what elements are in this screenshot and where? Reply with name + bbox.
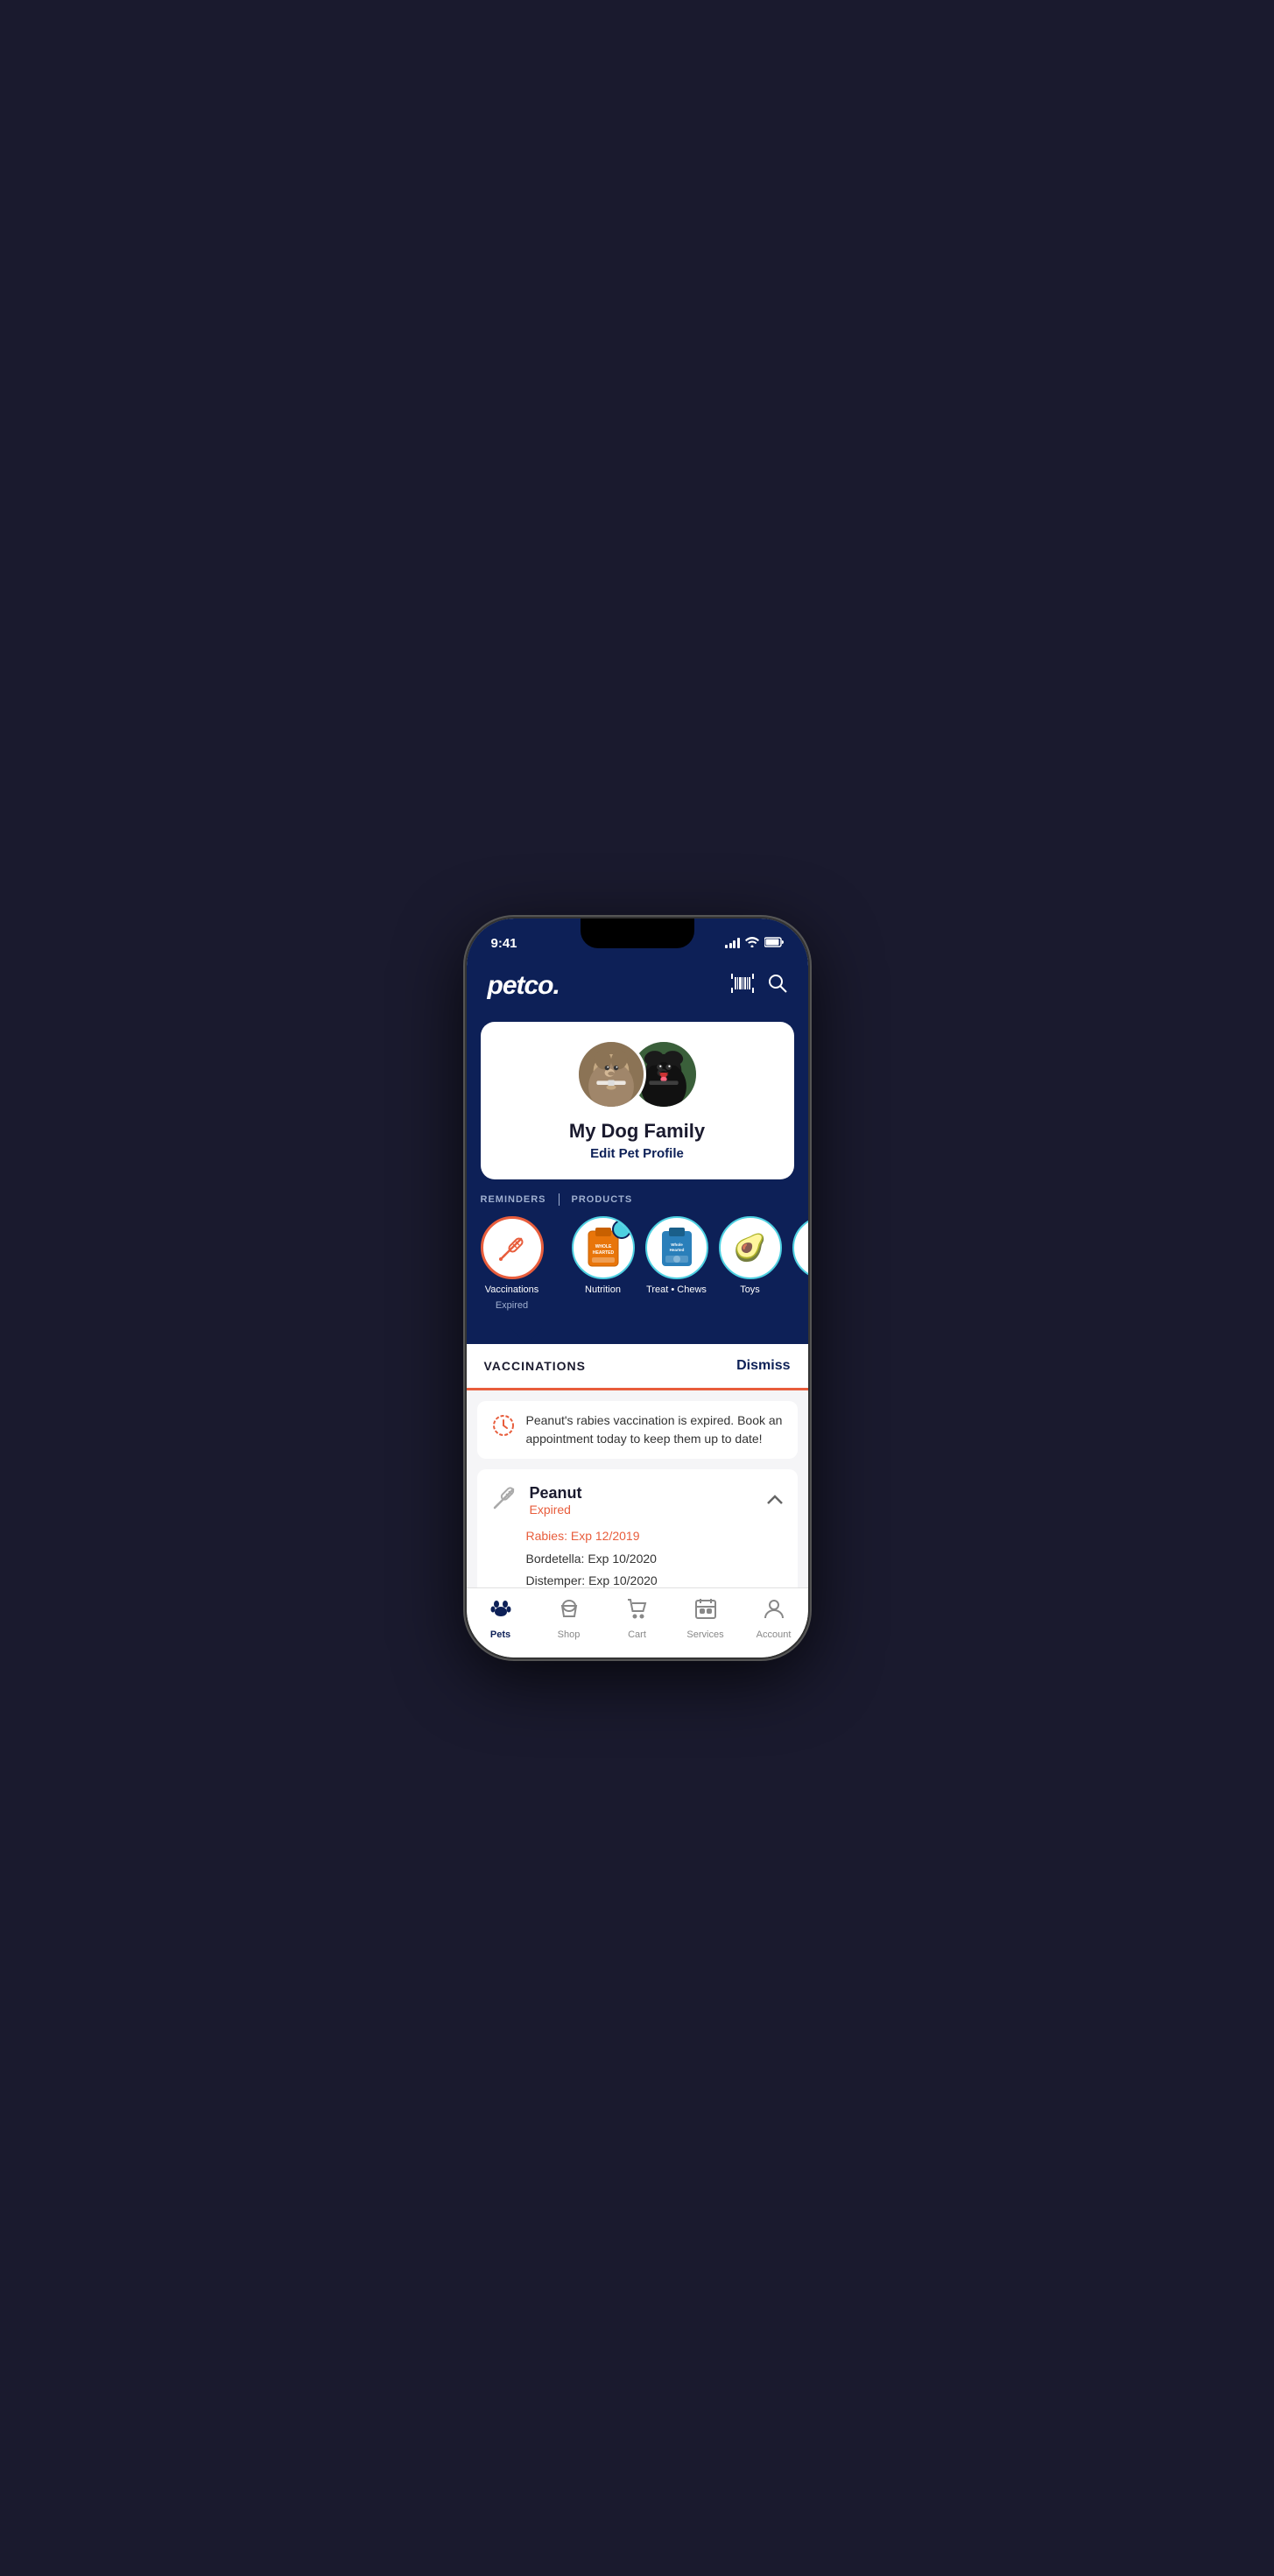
nutrition-label: Nutrition <box>585 1284 621 1295</box>
vaccination-panel: VACCINATIONS Dismiss Peanut's rabies vac… <box>467 1328 808 1612</box>
nutrition-circle: WHOLE HEARTED <box>572 1216 635 1279</box>
expired-notice: Peanut's rabies vaccination is expired. … <box>477 1401 798 1459</box>
pet-avatars <box>498 1039 777 1109</box>
bordetella-label: Bordetella: <box>526 1552 588 1566</box>
vaccinations-sublabel: Expired <box>496 1300 528 1311</box>
signal-bars-icon <box>725 938 740 948</box>
vax-item-bordetella: Bordetella: Exp 10/2020 <box>526 1551 784 1568</box>
distemper-label: Distemper: <box>526 1573 589 1587</box>
vaccination-circle <box>481 1216 544 1279</box>
pet-record-left: Peanut Expired <box>491 1483 582 1517</box>
pet-syringe-icon <box>491 1483 519 1517</box>
bottom-nav: Pets Shop C <box>467 1587 808 1658</box>
rabies-expiry: Exp 12/2019 <box>571 1529 640 1543</box>
paw-icon <box>489 1597 512 1626</box>
pet-card-container: My Dog Family Edit Pet Profile <box>467 1015 808 1179</box>
chevron-up-icon[interactable] <box>766 1490 784 1510</box>
svg-text:Whole: Whole <box>671 1242 683 1247</box>
treat-chews-label: Treat • Chews <box>646 1284 707 1295</box>
vaccinations-label: Vaccinations <box>485 1284 539 1295</box>
bordetella-expiry: Exp 10/2020 <box>588 1552 657 1566</box>
dog1-svg <box>579 1042 644 1107</box>
treat-chews-product-icon: Whole Hearted <box>658 1226 695 1270</box>
barcode-scan-icon[interactable] <box>731 974 754 998</box>
nav-shop-label: Shop <box>558 1629 581 1640</box>
product-treat-chews[interactable]: Whole Hearted Treat • Chews <box>645 1216 708 1311</box>
nav-cart-label: Cart <box>628 1629 646 1640</box>
status-icons <box>725 936 784 950</box>
product-scroll: Vaccinations Expired <box>481 1216 808 1314</box>
nav-cart[interactable]: Cart <box>603 1597 672 1640</box>
nutrition-product-icon: WHOLE HEARTED <box>585 1226 622 1270</box>
product-nutrition[interactable]: WHOLE HEARTED Nutrition <box>572 1216 635 1311</box>
products-label: PRODUCTS <box>572 1194 633 1205</box>
edit-pet-profile-link[interactable]: Edit Pet Profile <box>590 1146 684 1161</box>
refresh-badge <box>614 1218 633 1237</box>
pet-family-name: My Dog Family <box>498 1120 777 1143</box>
header-icons <box>731 974 787 998</box>
product-toys[interactable]: 🥑 Toys <box>719 1216 782 1311</box>
svg-text:HEARTED: HEARTED <box>592 1250 614 1256</box>
nav-services[interactable]: Services <box>672 1597 740 1640</box>
reminders-label: REMINDERS <box>481 1194 546 1205</box>
product-de[interactable]: De... <box>792 1216 808 1311</box>
shop-icon <box>558 1597 581 1626</box>
avocado-icon: 🥑 <box>734 1233 766 1263</box>
wifi-icon <box>745 936 759 950</box>
nav-account[interactable]: Account <box>740 1597 808 1640</box>
vaccination-list: Rabies: Exp 12/2019 Bordetella: Exp 10/2… <box>491 1528 784 1590</box>
pet-card: My Dog Family Edit Pet Profile <box>481 1022 794 1179</box>
nav-services-label: Services <box>686 1629 723 1640</box>
pet-record-name: Peanut <box>530 1484 582 1503</box>
cart-icon <box>626 1597 649 1626</box>
battery-icon <box>764 936 784 950</box>
main-content: My Dog Family Edit Pet Profile REMINDERS… <box>467 1015 808 1612</box>
calendar-icon <box>694 1597 717 1626</box>
section-labels: REMINDERS PRODUCTS <box>481 1193 808 1206</box>
search-icon[interactable] <box>768 974 787 998</box>
reminder-vaccinations[interactable]: Vaccinations Expired <box>481 1216 544 1311</box>
clock-expired-icon <box>491 1413 516 1444</box>
account-icon <box>763 1597 785 1626</box>
nav-account-label: Account <box>757 1629 792 1640</box>
expired-alert-text: Peanut's rabies vaccination is expired. … <box>526 1411 784 1448</box>
pet-record-header: Peanut Expired <box>491 1483 784 1517</box>
toys-circle: 🥑 <box>719 1216 782 1279</box>
distemper-expiry: Exp 10/2020 <box>588 1573 658 1587</box>
vaccination-header: VACCINATIONS Dismiss <box>467 1344 808 1390</box>
de-product-icon <box>806 1230 808 1265</box>
app-header: petco. <box>467 962 808 1015</box>
triangle-down <box>510 1328 542 1344</box>
triangle-container <box>467 1328 808 1344</box>
vax-item-rabies: Rabies: Exp 12/2019 <box>526 1528 784 1545</box>
products-section: REMINDERS PRODUCTS <box>467 1179 808 1328</box>
phone-frame: 9:41 <box>467 918 808 1658</box>
phone-screen: 9:41 <box>467 918 808 1658</box>
dismiss-button[interactable]: Dismiss <box>736 1358 790 1374</box>
nav-shop[interactable]: Shop <box>535 1597 603 1640</box>
section-divider <box>559 1193 560 1206</box>
pet-record-name-status: Peanut Expired <box>530 1484 582 1517</box>
status-time: 9:41 <box>491 936 517 951</box>
syringe-circle-icon <box>496 1232 528 1263</box>
treat-chews-circle: Whole Hearted <box>645 1216 708 1279</box>
phone-notch <box>581 918 694 948</box>
vaccination-title: VACCINATIONS <box>484 1359 586 1373</box>
svg-text:Hearted: Hearted <box>669 1248 684 1252</box>
pet-avatar-1 <box>576 1039 646 1109</box>
pet-record-status: Expired <box>530 1503 582 1517</box>
rabies-label: Rabies: <box>526 1529 571 1543</box>
de-circle <box>792 1216 808 1279</box>
svg-text:WHOLE: WHOLE <box>595 1244 611 1249</box>
petco-logo: petco. <box>488 971 560 1001</box>
nav-pets-label: Pets <box>490 1629 510 1640</box>
nav-pets[interactable]: Pets <box>467 1597 535 1640</box>
toys-label: Toys <box>740 1284 760 1295</box>
